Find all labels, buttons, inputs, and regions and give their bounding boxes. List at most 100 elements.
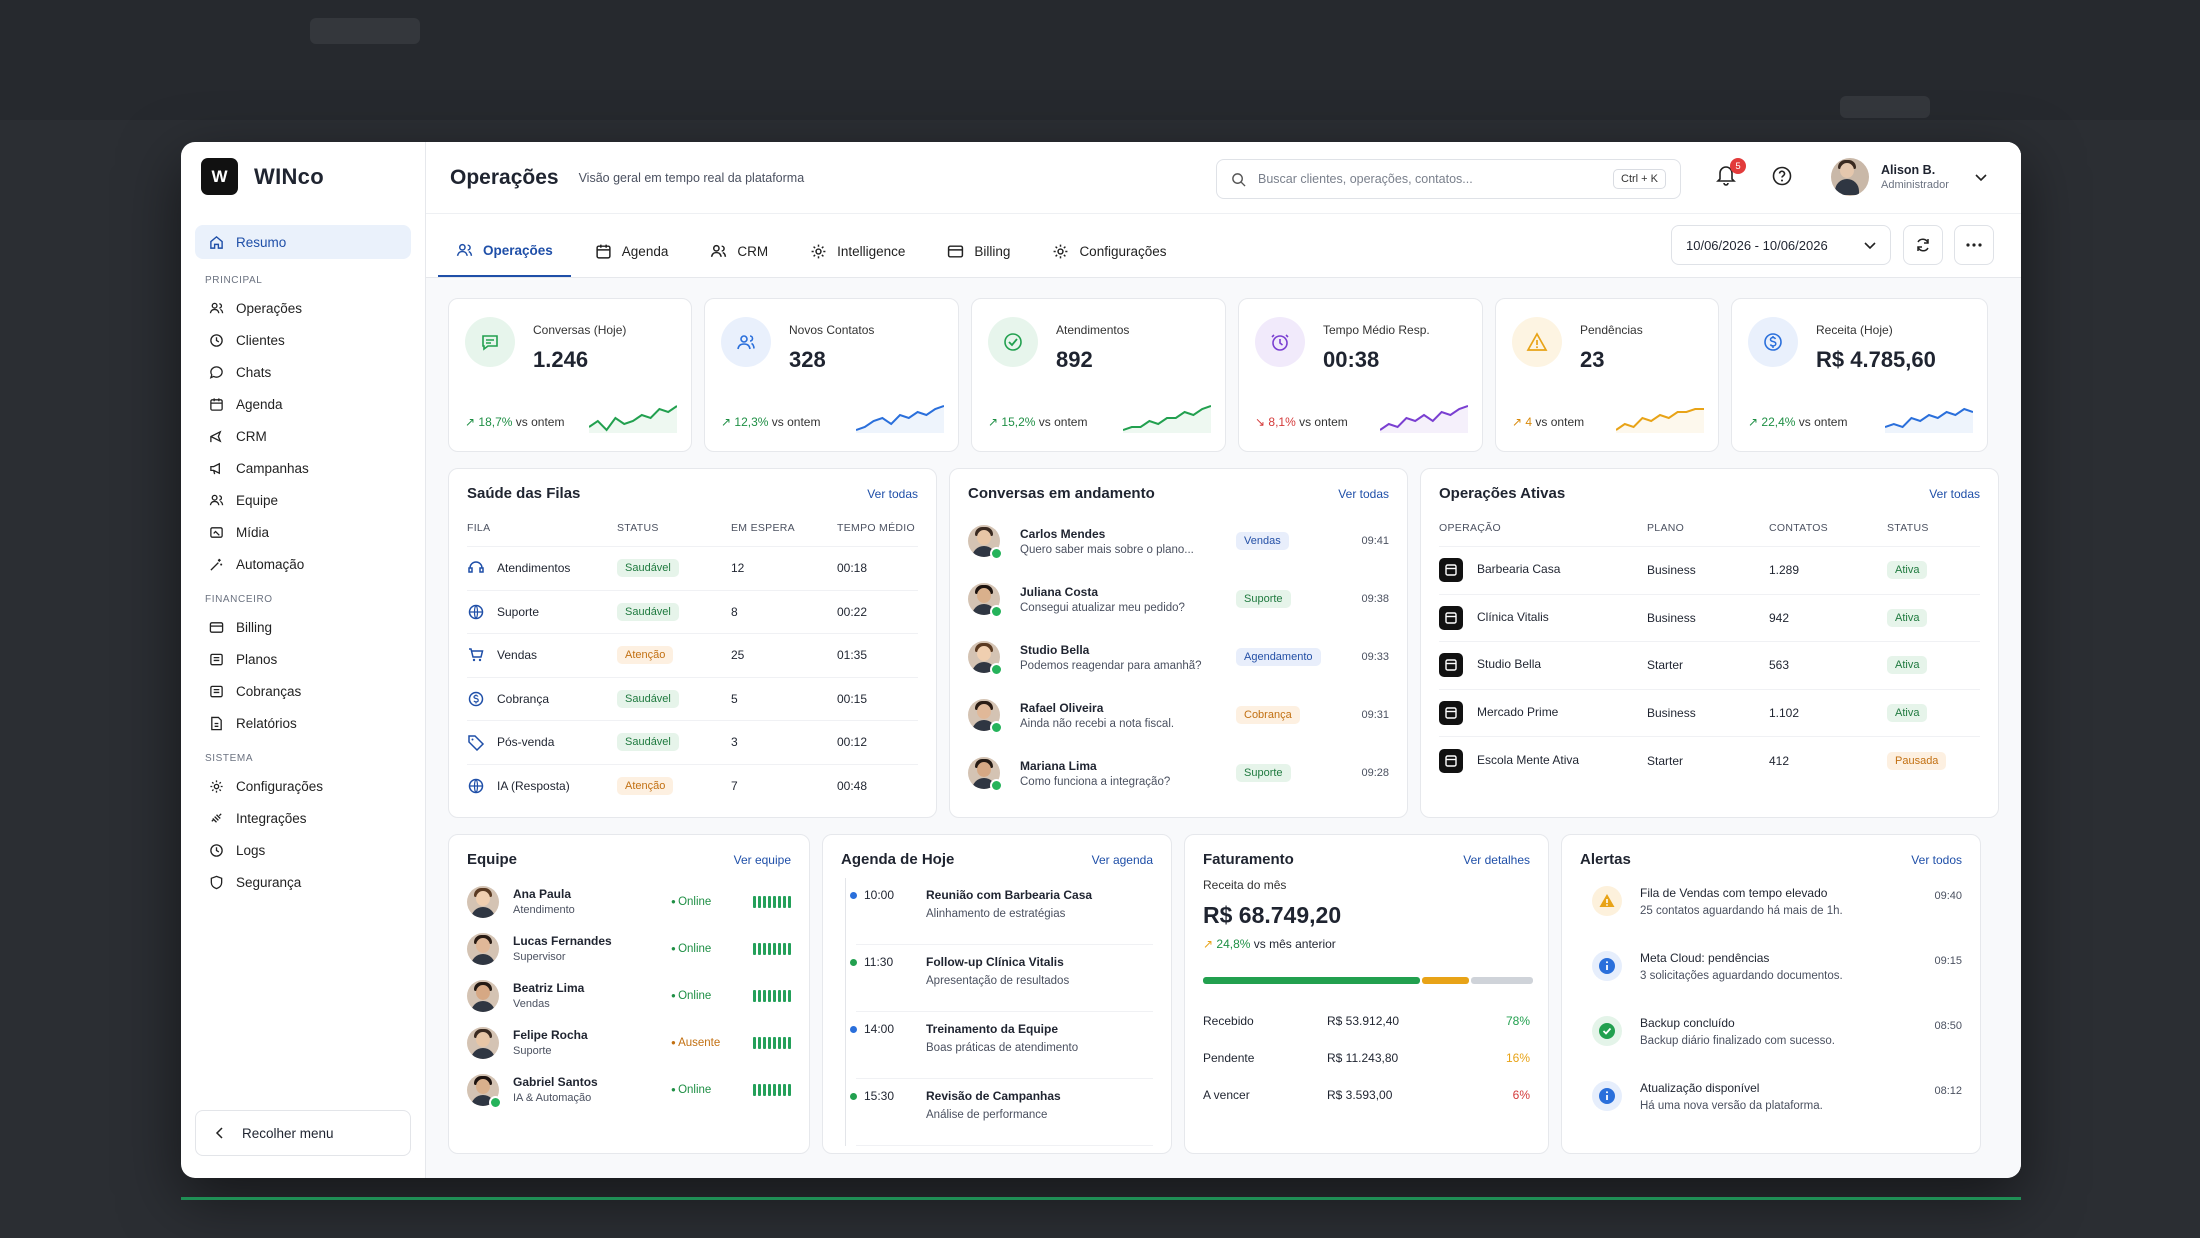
view-details-link[interactable]: Ver detalhes [1463,853,1530,867]
kpi-value: 892 [1056,347,1093,372]
alert-item[interactable]: Atualização disponível Há uma nova versão… [1580,1073,1962,1138]
user-menu[interactable]: Alison B. Administrador [1831,158,1987,196]
sidebar-item-automacao[interactable]: Automação [195,548,411,580]
billing-row-amount: R$ 3.593,00 [1327,1087,1393,1102]
sidebar-item-relatorios[interactable]: Relatórios [195,707,411,739]
sidebar-item-clientes[interactable]: Clientes [195,324,411,356]
contacts-count: 563 [1769,641,1887,689]
conversation-item[interactable]: Mariana Lima Como funciona a integração? S… [968,744,1389,802]
agenda-item[interactable]: 10:00 Reunião com Barbearia Casa Alinhamen… [850,878,1153,945]
alert-item[interactable]: Backup concluído Backup diário finalizado… [1580,1008,1962,1073]
kpi-card-tempo-medio-resp[interactable]: Tempo Médio Resp. 00:38 ↘ 8,1% vs ontem [1238,298,1483,452]
date-range-picker[interactable]: 10/06/2026 - 10/06/2026 [1671,225,1891,265]
table-row[interactable]: Clínica Vitalis Business 942 Ativa [1439,593,1980,642]
arrow-up-icon: ↗ [988,415,1002,429]
kpi-card-receita-hoje[interactable]: Receita (Hoje) R$ 4.785,60 ↗ 22,4% vs onte… [1731,298,1988,452]
tab-operacoes[interactable]: Operações [438,225,571,277]
table-row[interactable]: Pós-venda Saudável 3 00:12 [467,720,918,764]
billing-change: ↗ 24,8% vs mês anterior [1203,937,1336,951]
sidebar-item-crm[interactable]: CRM [195,420,411,452]
agenda-item[interactable]: 14:00 Treinamento da Equipe Boas práticas … [850,1012,1153,1079]
notifications-button[interactable]: 5 [1716,158,1746,191]
tab-intelligence[interactable]: Intelligence [792,225,923,277]
whatsapp-icon [990,605,1003,618]
sparkline [589,405,677,433]
table-row[interactable]: Vendas Atenção 25 01:35 [467,633,918,677]
team-member[interactable]: Lucas Fernandes Supervisor ● Online [467,925,791,972]
search-input[interactable]: Buscar clientes, operações, contatos... … [1216,159,1681,199]
sidebar-item-equipe[interactable]: Equipe [195,484,411,516]
contacts-count: 1.102 [1769,688,1887,737]
headset-icon [467,559,485,577]
team-member[interactable]: Ana Paula Atendimento ● Online [467,878,791,925]
sidebar-item-integracoes[interactable]: Integrações [195,802,411,834]
conversation-item[interactable]: Studio Bella Podemos reagendar para amanh… [968,628,1389,686]
refresh-button[interactable] [1903,225,1943,265]
sidebar-item-seguranca[interactable]: Segurança [195,866,411,898]
conversation-item[interactable]: Rafael Oliveira Ainda não recebi a nota f… [968,686,1389,744]
tab-billing[interactable]: Billing [929,225,1028,277]
table-row[interactable]: Atendimentos Saudável 12 00:18 [467,546,918,590]
sidebar-item-logs[interactable]: Logs [195,834,411,866]
conversation-list: Carlos Mendes Quero saber mais sobre o pl… [968,512,1389,802]
table-row[interactable]: Cobrança Saudável 5 00:15 [467,676,918,721]
queue-name-cell: Suporte [467,589,617,634]
more-options-button[interactable] [1954,225,1994,265]
timer-icon [1255,317,1305,367]
view-all-link[interactable]: Ver todas [1929,487,1980,501]
kpi-card-atendimentos[interactable]: Atendimentos 892 ↗ 15,2% vs ontem [971,298,1226,452]
sidebar-item-billing[interactable]: Billing [195,611,411,643]
team-member[interactable]: Beatriz Lima Vendas ● Online [467,972,791,1019]
table-row[interactable]: Escola Mente Ativa Starter 412 Pausada [1439,736,1980,784]
store-icon [1439,653,1463,678]
team-member[interactable]: Felipe Rocha Suporte ● Ausente [467,1019,791,1066]
team-member[interactable]: Gabriel Santos IA & Automação ● Online [467,1066,791,1113]
agenda-item[interactable]: 15:30 Revisão de Campanhas Análise de perf… [850,1079,1153,1146]
sidebar-item-resumo[interactable]: Resumo [195,225,411,259]
help-button[interactable] [1772,166,1792,191]
tab-label: CRM [737,243,769,259]
sidebar-item-agenda[interactable]: Agenda [195,388,411,420]
sidebar-item-chats[interactable]: Chats [195,356,411,388]
top-header: Operações Visão geral em tempo real da p… [426,142,2021,214]
agenda-item[interactable]: 11:30 Follow-up Clínica Vitalis Apresentaç… [850,945,1153,1012]
sparkline [1123,405,1211,433]
kpi-card-conversas-hoje[interactable]: Conversas (Hoje) 1.246 ↗ 18,7% vs ontem [448,298,692,452]
queue-label: IA (Resposta) [497,779,570,793]
table-row[interactable]: IA (Resposta) Atenção 7 00:48 [467,763,918,808]
table-row[interactable]: Mercado Prime Business 1.102 Ativa [1439,688,1980,737]
view-all-link[interactable]: Ver todas [867,487,918,501]
view-all-alerts-link[interactable]: Ver todos [1911,853,1962,867]
alert-item[interactable]: Fila de Vendas com tempo elevado 25 conta… [1580,878,1962,943]
list-icon [209,652,224,667]
message-preview: Ainda não recebi a nota fiscal. [1020,717,1175,730]
sidebar-item-cobrancas[interactable]: Cobranças [195,675,411,707]
conversation-time: 09:31 [1361,709,1389,721]
view-agenda-link[interactable]: Ver agenda [1092,853,1153,867]
table-row[interactable]: Studio Bella Starter 563 Ativa [1439,641,1980,689]
tab-configuracoes[interactable]: Configurações [1034,225,1184,277]
event-subtitle: Alinhamento de estratégias [926,908,1066,920]
collapse-menu-button[interactable]: Recolher menu [195,1110,411,1156]
table-row[interactable]: Suporte Saudável 8 00:22 [467,589,918,634]
sidebar-item-campanhas[interactable]: Campanhas [195,452,411,484]
view-team-link[interactable]: Ver equipe [734,853,791,867]
status-label: Online [678,1083,712,1096]
kpi-card-pendencias[interactable]: Pendências 23 ↗ 4 vs ontem [1495,298,1719,452]
sidebar-item-operacoes[interactable]: Operações [195,292,411,324]
sidebar-item-midia[interactable]: Mídia [195,516,411,548]
agenda-card: Agenda de Hoje Ver agenda 10:00 Reunião co… [822,834,1172,1154]
alert-item[interactable]: Meta Cloud: pendências 3 solicitações agu… [1580,943,1962,1008]
kpi-card-novos-contatos[interactable]: Novos Contatos 328 ↗ 12,3% vs ontem [704,298,959,452]
alert-time: 08:50 [1934,1020,1962,1032]
logo[interactable]: W WINco [201,158,407,195]
view-all-link[interactable]: Ver todas [1338,487,1389,501]
sidebar-item-configuracoes[interactable]: Configurações [195,770,411,802]
conversation-item[interactable]: Juliana Costa Consegui atualizar meu pedi… [968,570,1389,628]
table-row[interactable]: Barbearia Casa Business 1.289 Ativa [1439,546,1980,594]
queue-name: Suporte [467,603,617,621]
tab-agenda[interactable]: Agenda [577,225,687,277]
tab-crm[interactable]: CRM [692,225,786,277]
sidebar-item-planos[interactable]: Planos [195,643,411,675]
conversation-item[interactable]: Carlos Mendes Quero saber mais sobre o pl… [968,512,1389,570]
